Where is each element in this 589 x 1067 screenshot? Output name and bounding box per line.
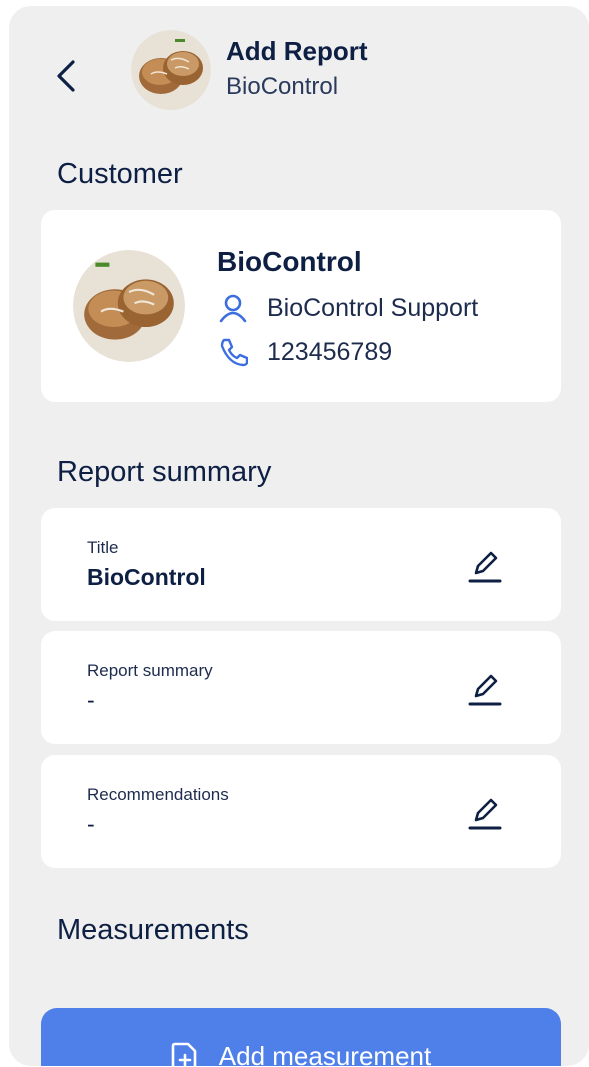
report-summary-field-card[interactable]: Report summary - xyxy=(41,631,561,744)
field-value: BioControl xyxy=(87,564,206,590)
chevron-left-icon xyxy=(57,60,75,92)
page-subtitle: BioControl xyxy=(226,73,339,100)
recommendations-field-card[interactable]: Recommendations - xyxy=(41,755,561,868)
edit-recommendations-button[interactable] xyxy=(465,791,505,835)
screen: Add Report BioControl Customer BioContro… xyxy=(9,6,589,1066)
user-icon xyxy=(217,292,249,324)
pencil-icon xyxy=(468,674,502,706)
bread-avatar-image xyxy=(131,30,211,110)
field-value: - xyxy=(87,811,95,837)
customer-heading: Customer xyxy=(57,158,183,190)
pencil-icon xyxy=(468,798,502,830)
customer-phone-row: 123456789 xyxy=(217,336,392,368)
customer-name: BioControl xyxy=(217,246,362,277)
field-label: Report summary xyxy=(87,661,213,680)
measurements-heading: Measurements xyxy=(57,914,249,946)
report-summary-heading: Report summary xyxy=(57,456,272,488)
phone-icon xyxy=(217,336,249,368)
field-label: Title xyxy=(87,538,119,557)
page-title: Add Report xyxy=(226,36,368,66)
customer-contact: BioControl Support xyxy=(267,293,479,322)
bread-avatar-image xyxy=(73,250,185,362)
back-button[interactable] xyxy=(51,56,81,96)
header-avatar xyxy=(131,30,211,110)
customer-phone: 123456789 xyxy=(267,337,393,366)
customer-avatar xyxy=(73,250,185,362)
add-measurement-content: Add measurement xyxy=(171,1041,431,1066)
field-value: - xyxy=(87,687,95,713)
title-field-card[interactable]: Title BioControl xyxy=(41,508,561,621)
add-measurement-button[interactable]: Add measurement xyxy=(41,1008,561,1066)
customer-card[interactable]: BioControl BioControl Support 123456789 xyxy=(41,210,561,402)
field-label: Recommendations xyxy=(87,785,229,804)
edit-title-button[interactable] xyxy=(465,544,505,588)
pencil-icon xyxy=(468,551,502,583)
file-plus-icon xyxy=(171,1042,199,1066)
edit-report-summary-button[interactable] xyxy=(465,667,505,711)
customer-contact-row: BioControl Support xyxy=(217,292,478,324)
add-measurement-label: Add measurement xyxy=(218,1041,432,1066)
